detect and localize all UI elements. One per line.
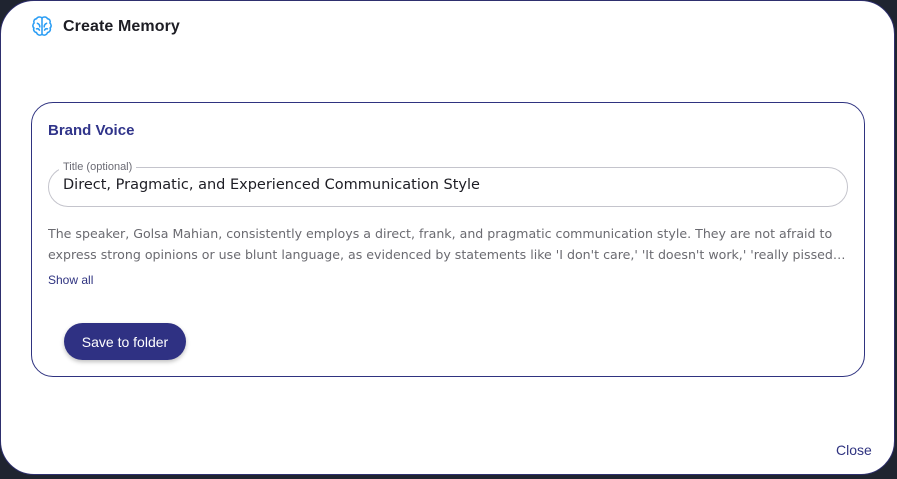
brain-icon <box>32 16 52 36</box>
title-field[interactable]: Title (optional) <box>48 160 848 207</box>
title-field-label: Title (optional) <box>59 160 137 174</box>
show-all-link[interactable]: Show all <box>48 273 93 287</box>
description-line: express strong opinions or use blunt lan… <box>48 247 846 262</box>
memory-card: Brand Voice Title (optional) The speaker… <box>31 102 865 377</box>
title-input[interactable] <box>63 177 833 193</box>
card-heading: Brand Voice <box>48 122 135 139</box>
description-line: The speaker, Golsa Mahian, consistently … <box>48 226 833 241</box>
dialog-title: Create Memory <box>63 18 180 35</box>
close-button[interactable]: Close <box>836 442 872 458</box>
dialog-header: Create Memory <box>31 15 180 39</box>
save-to-folder-button[interactable]: Save to folder <box>64 323 186 360</box>
memory-description: The speaker, Golsa Mahian, consistently … <box>48 223 848 265</box>
create-memory-dialog: Create Memory Brand Voice Title (optiona… <box>0 0 895 475</box>
